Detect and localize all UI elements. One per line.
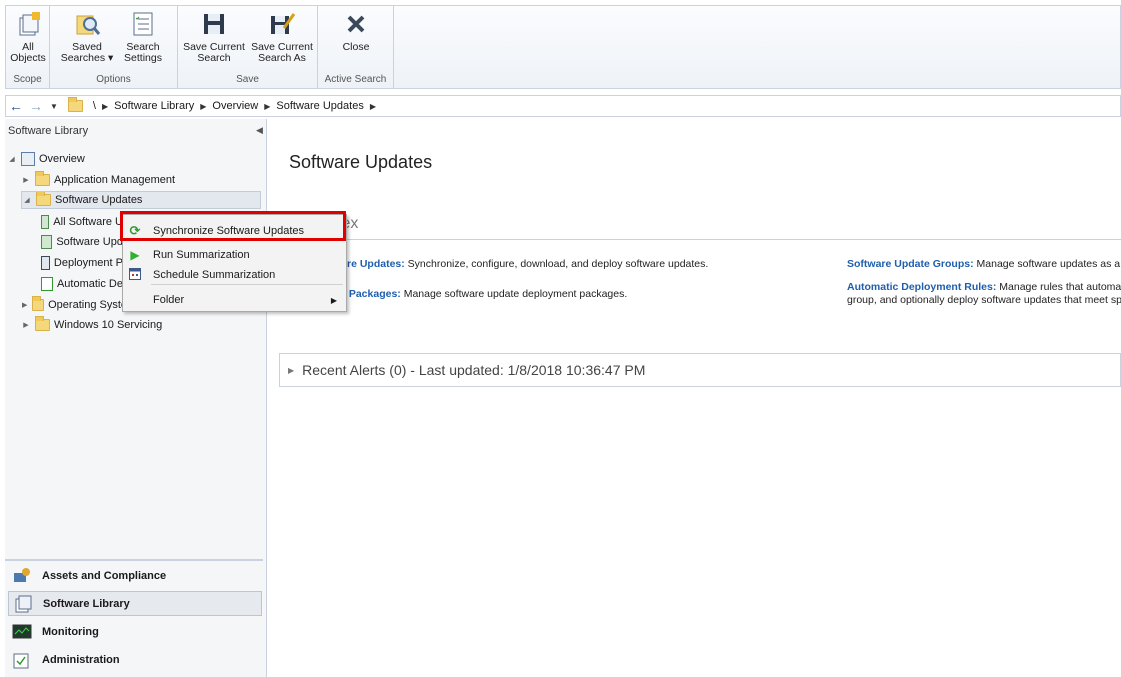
ribbon: All Objects Scope Saved Searches ▾ Searc… [5, 5, 1121, 89]
breadcrumb-separator-icon[interactable]: ▶ [264, 102, 270, 111]
ribbon-group-active-search: Close Active Search [318, 6, 394, 88]
breadcrumb-software-library[interactable]: Software Library [114, 100, 194, 112]
search-settings-button[interactable]: Search Settings [118, 10, 168, 64]
group-name-scope: Scope [13, 74, 42, 85]
software-update-icon [41, 215, 50, 229]
breadcrumb-separator-icon[interactable]: ▶ [102, 102, 108, 111]
breadcrumb-separator-icon[interactable]: ▶ [370, 102, 376, 111]
navigation-pane: Software Library ◀ ◢ Overview ▶ Applicat… [5, 119, 267, 677]
expand-icon[interactable]: ▶ [288, 366, 294, 375]
folder-icon [36, 192, 51, 206]
collapsed-icon[interactable]: ▶ [21, 176, 31, 184]
ribbon-group-scope: All Objects Scope [6, 6, 50, 88]
recent-alerts-label: Recent Alerts (0) - Last updated: 1/8/20… [302, 362, 646, 378]
overview-icon [21, 152, 35, 166]
collapse-pane-icon[interactable]: ◀ [256, 125, 263, 136]
submenu-arrow-icon: ▶ [330, 295, 337, 305]
run-icon: ▶ [130, 248, 140, 262]
menu-separator [151, 284, 343, 285]
workspace-software-library[interactable]: Software Library [8, 591, 262, 616]
tree-item-overview[interactable]: ◢ Overview [7, 150, 257, 168]
software-library-icon [15, 595, 32, 612]
close-search-button[interactable]: Close [332, 10, 380, 53]
workspace-administration[interactable]: Administration [8, 647, 262, 672]
expanded-icon[interactable]: ◢ [22, 196, 32, 204]
address-bar: ← → ▼ \ ▶ Software Library ▶ Overview ▶ … [5, 95, 1121, 117]
group-name-active-search: Active Search [324, 74, 387, 85]
folder-icon [32, 296, 45, 311]
group-name-save: Save [236, 74, 259, 85]
breadcrumb-root[interactable]: \ [93, 100, 96, 112]
close-icon [347, 15, 365, 33]
software-update-groups-link[interactable]: Software Update Groups: [847, 258, 974, 270]
index-item-software-updates: re Updates: Synchronize, configure, down… [347, 258, 709, 270]
folder-icon [35, 171, 50, 186]
saved-searches-button[interactable]: Saved Searches ▾ [60, 10, 114, 64]
monitoring-icon [12, 624, 32, 638]
workspace-assets-and-compliance[interactable]: Assets and Compliance [8, 563, 262, 588]
tree-item-windows-10-servicing[interactable]: ▶ Windows 10 Servicing [21, 316, 261, 334]
index-item-deployment-packages: nt Packages: Manage software update depl… [336, 288, 628, 300]
menu-item-run-summarization[interactable]: ▶ Run Summarization [125, 245, 345, 265]
saved-searches-icon [76, 15, 101, 35]
automatic-deployment-rule-icon [41, 277, 53, 291]
search-settings-icon [133, 12, 153, 36]
collapsed-icon[interactable]: ▶ [21, 301, 28, 309]
all-objects-icon [19, 12, 40, 36]
pane-title: Software Library [8, 125, 89, 137]
back-arrow-icon[interactable]: ← [6, 98, 26, 114]
tree-item-deployment-packages[interactable]: Deployment P [41, 254, 123, 272]
save-icon [204, 14, 224, 34]
forward-arrow-icon[interactable]: → [26, 98, 46, 114]
section-divider [279, 239, 1121, 240]
history-dropdown-icon[interactable]: ▼ [50, 102, 58, 111]
automatic-deployment-rules-link[interactable]: Automatic Deployment Rules: [847, 281, 996, 293]
save-current-search-button[interactable]: Save Current Search [182, 10, 246, 64]
tree-item-automatic-deployment-rules[interactable]: Automatic De [41, 275, 123, 293]
tree-item-operating-systems[interactable]: ▶ Operating Syste [21, 296, 127, 314]
software-updates-link[interactable]: re Updates: [347, 258, 405, 270]
group-name-options: Options [96, 74, 131, 85]
tree-item-software-updates[interactable]: ◢ Software Updates [21, 191, 261, 209]
tree-item-all-software-updates[interactable]: All Software U [41, 213, 123, 231]
menu-item-schedule-summarization[interactable]: Schedule Summarization [125, 265, 345, 285]
all-objects-button[interactable]: All Objects [10, 10, 46, 64]
index-item-software-update-groups: Software Update Groups: Manage software … [847, 258, 1121, 270]
assets-and-compliance-icon [14, 567, 30, 582]
deployment-package-icon [41, 256, 50, 270]
ribbon-group-save: Save Current Search Save Current Search … [178, 6, 318, 88]
recent-alerts-panel[interactable]: ▶ Recent Alerts (0) - Last updated: 1/8/… [279, 353, 1121, 387]
breadcrumb-separator-icon[interactable]: ▶ [200, 102, 206, 111]
workspace-splitter[interactable] [5, 559, 263, 561]
workspace-monitoring[interactable]: Monitoring [8, 619, 262, 644]
tree-item-software-update-groups[interactable]: Software Upd [41, 233, 123, 251]
save-current-search-as-button[interactable]: Save Current Search As [250, 10, 314, 64]
menu-item-folder[interactable]: Folder ▶ [125, 290, 345, 310]
save-as-icon [271, 13, 296, 34]
folder-icon [67, 97, 83, 112]
administration-icon [13, 653, 29, 668]
folder-icon [35, 316, 50, 331]
breadcrumb-overview[interactable]: Overview [212, 100, 258, 112]
index-item-automatic-deployment-rules: Automatic Deployment Rules: Manage rules… [847, 281, 1121, 306]
breadcrumb-software-updates[interactable]: Software Updates [276, 100, 363, 112]
schedule-icon [125, 267, 145, 283]
collapsed-icon[interactable]: ▶ [21, 321, 31, 329]
main-content: Software Updates tion Index re Updates: … [268, 119, 1121, 677]
software-update-group-icon [41, 235, 53, 249]
highlight-box [120, 211, 346, 241]
expanded-icon[interactable]: ◢ [7, 155, 17, 163]
page-title: Software Updates [289, 152, 433, 172]
tree-item-application-management[interactable]: ▶ Application Management [21, 171, 261, 189]
ribbon-group-options: Saved Searches ▾ Search Settings Options [50, 6, 178, 88]
